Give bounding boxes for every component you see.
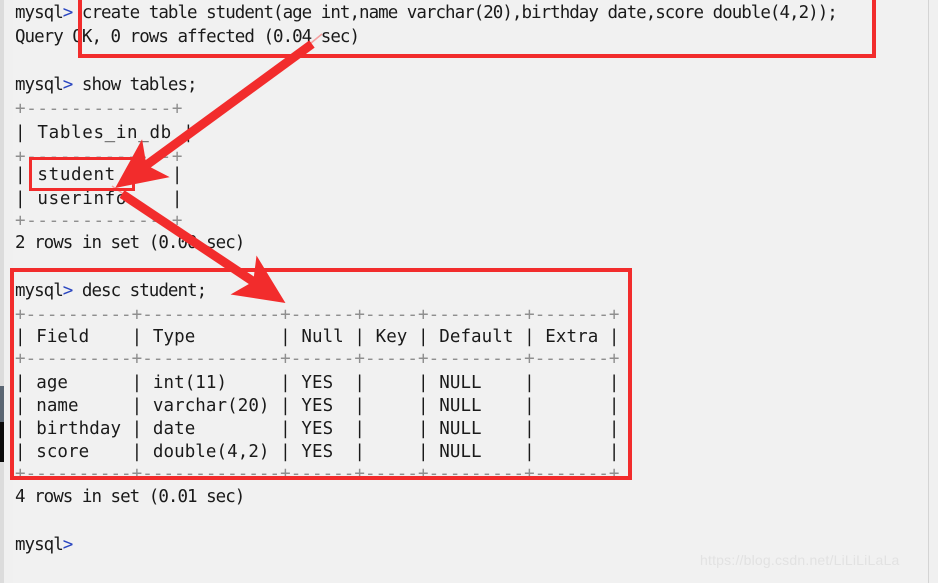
terminal-line: +-------------+ xyxy=(15,211,184,231)
create-statement-highlight-box xyxy=(78,0,876,58)
terminal-line: +-------------+ xyxy=(15,99,184,119)
terminal-line: mysql> xyxy=(15,535,73,555)
terminal-line: | Tables_in_db | xyxy=(15,123,195,143)
window-right-rule xyxy=(928,0,929,583)
screenshot-root: mysql> create table student(age int,name… xyxy=(0,0,938,583)
student-row-highlight-box xyxy=(29,157,135,191)
terminal-line: 2 rows in set (0.00 sec) xyxy=(15,233,245,253)
desc-output-highlight-box xyxy=(10,268,632,480)
watermark-text: https://blog.csdn.net/LiLiLiLaLa xyxy=(700,552,900,568)
terminal-line: 4 rows in set (0.01 sec) xyxy=(15,487,245,507)
terminal-line: mysql> show tables; xyxy=(15,75,198,95)
terminal-line: | userinfo | xyxy=(15,189,184,209)
